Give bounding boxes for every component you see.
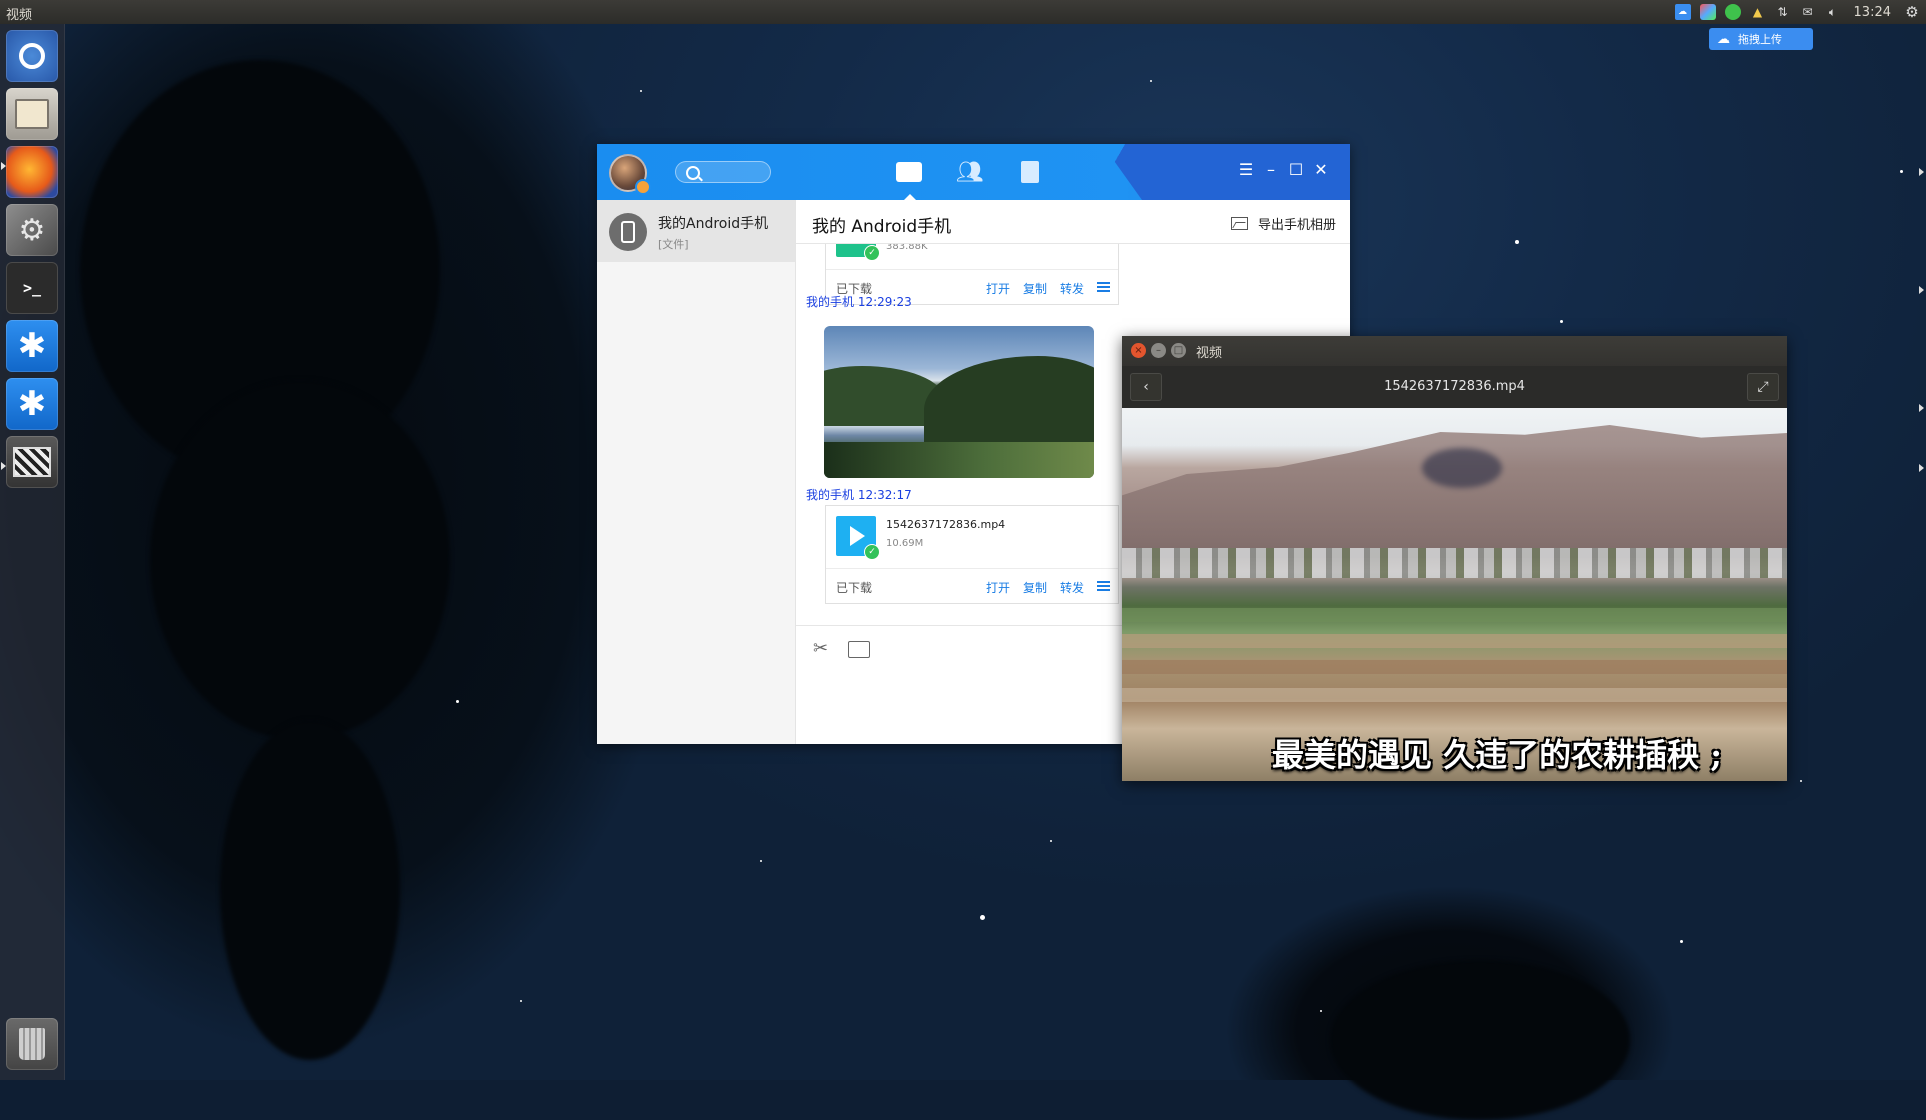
contact-subtitle: [文件] xyxy=(658,238,689,251)
image-icon xyxy=(1230,217,1248,230)
more-menu-icon[interactable] xyxy=(1097,581,1110,591)
download-status: 已下载 xyxy=(836,581,873,595)
chat-header: 我的 Android手机 导出手机相册 xyxy=(796,200,1350,244)
contact-name: 我的Android手机 xyxy=(658,216,769,232)
top-panel: 视频 ☁ ▲ ⇅ ✉ 🔈︎ 13:24 ⚙ xyxy=(0,0,1926,24)
open-link[interactable]: 打开 xyxy=(986,280,1010,297)
video-frame[interactable]: 最美的遇见 久违了的农耕插秧 ; xyxy=(1122,408,1787,781)
launcher: ⚙ >_ ✱ ✱ xyxy=(0,24,65,1080)
title-bar: × – □ 视频 xyxy=(1122,336,1787,366)
wechat-icon[interactable] xyxy=(1724,4,1741,20)
menu-icon[interactable]: ☰ xyxy=(1236,160,1256,179)
maximize-button[interactable]: □ xyxy=(1171,343,1186,358)
chat-title: 我的 Android手机 xyxy=(812,217,952,237)
app-star-icon[interactable]: ✱ xyxy=(6,378,58,430)
tree-silhouette xyxy=(1330,960,1630,1120)
system-settings-icon[interactable]: ⚙ xyxy=(6,204,58,256)
message-icon xyxy=(896,162,922,182)
minimize-button[interactable]: – xyxy=(1261,160,1281,179)
settings-gear-icon[interactable]: ⚙ xyxy=(1904,3,1920,21)
phone-icon xyxy=(609,213,647,251)
firefox-icon[interactable] xyxy=(6,146,58,198)
edge-indicator xyxy=(1919,464,1924,472)
tab-files[interactable] xyxy=(1015,158,1045,186)
downloaded-check-icon: ✓ xyxy=(864,245,880,261)
video-player-icon[interactable] xyxy=(6,436,58,488)
export-label: 导出手机相册 xyxy=(1257,218,1336,233)
active-app-title: 视频 xyxy=(6,8,33,23)
edge-indicator xyxy=(1919,168,1924,176)
cloud-icon: ☁ xyxy=(1717,31,1730,47)
forward-link[interactable]: 转发 xyxy=(1060,579,1084,596)
video-player-window: × – □ 视频 ‹ 1542637172836.mp4 ⤢ 最美的遇见 久违了… xyxy=(1122,336,1787,781)
maximize-button[interactable]: ☐ xyxy=(1286,160,1306,179)
penguin-icon[interactable]: ▲ xyxy=(1750,4,1766,20)
document-icon xyxy=(1021,161,1039,183)
more-menu-icon[interactable] xyxy=(1097,282,1110,292)
qq-header: 👥︎ ☰ – ☐ ✕ xyxy=(597,144,1350,200)
search-icon xyxy=(686,166,700,180)
message-sender: 我的手机 12:32:17 xyxy=(806,488,912,502)
copy-link[interactable]: 复制 xyxy=(1023,280,1047,297)
copy-link[interactable]: 复制 xyxy=(1023,579,1047,596)
video-subtitle: 最美的遇见 久违了的农耕插秧 ; xyxy=(1272,736,1723,774)
edge-indicator xyxy=(1919,404,1924,412)
search-input[interactable] xyxy=(675,161,771,183)
file-manager-icon[interactable] xyxy=(6,88,58,140)
minimize-button[interactable]: – xyxy=(1151,343,1166,358)
tree-silhouette xyxy=(220,720,400,1060)
tab-contacts[interactable]: 👥︎ xyxy=(955,158,985,186)
edge-indicator xyxy=(1919,286,1924,294)
file-name[interactable]: 1542637172836.mp4 xyxy=(886,518,1005,531)
scissors-icon[interactable]: ✂ xyxy=(813,638,828,659)
window-title: 视频 xyxy=(1196,346,1223,361)
input-toolbar: ✂ xyxy=(813,638,871,659)
close-button[interactable]: × xyxy=(1131,343,1146,358)
system-tray: ☁ ▲ ⇅ ✉ 🔈︎ 13:24 ⚙ xyxy=(1674,0,1920,24)
fullscreen-button[interactable]: ⤢ xyxy=(1747,373,1779,401)
conversation-list: 我的Android手机 [文件] xyxy=(597,200,796,744)
video-filename: 1542637172836.mp4 xyxy=(1384,379,1525,394)
list-item[interactable]: 我的Android手机 [文件] xyxy=(597,200,795,262)
clock[interactable]: 13:24 xyxy=(1854,5,1891,20)
tab-messages[interactable] xyxy=(894,158,924,200)
downloaded-check-icon: ✓ xyxy=(864,544,880,560)
baidu-netdisk-icon[interactable]: ☁ xyxy=(1674,4,1691,20)
drag-upload-button[interactable]: ☁ 拖拽上传 xyxy=(1709,28,1813,50)
tree-silhouette xyxy=(150,380,450,740)
file-message: ✓ 1542637172836.mp4 10.69M 已下载 打开 复制 转发 xyxy=(825,505,1119,604)
open-link[interactable]: 打开 xyxy=(986,579,1010,596)
terminal-icon[interactable]: >_ xyxy=(6,262,58,314)
close-button[interactable]: ✕ xyxy=(1311,160,1331,179)
ubuntu-dash-icon[interactable] xyxy=(6,30,58,82)
message-sender: 我的手机 12:29:23 xyxy=(806,295,912,309)
folder-icon[interactable] xyxy=(848,641,871,658)
upload-label: 拖拽上传 xyxy=(1738,33,1782,46)
app-star-icon[interactable]: ✱ xyxy=(6,320,58,372)
forward-link[interactable]: 转发 xyxy=(1060,280,1084,297)
image-message[interactable] xyxy=(824,326,1094,478)
file-size: 10.69M xyxy=(886,538,924,549)
export-album-button[interactable]: 导出手机相册 xyxy=(1230,214,1336,233)
contacts-icon: 👥︎ xyxy=(956,159,984,185)
player-toolbar: ‹ 1542637172836.mp4 ⤢ xyxy=(1122,366,1787,409)
colorful-app-icon[interactable] xyxy=(1699,4,1716,20)
mail-icon[interactable]: ✉ xyxy=(1800,4,1816,20)
network-icon[interactable]: ⇅ xyxy=(1775,4,1791,20)
volume-icon[interactable]: 🔈︎ xyxy=(1825,4,1841,20)
trash-icon[interactable] xyxy=(6,1018,58,1070)
status-dot xyxy=(635,179,651,195)
file-size: 383.88K xyxy=(886,244,928,252)
